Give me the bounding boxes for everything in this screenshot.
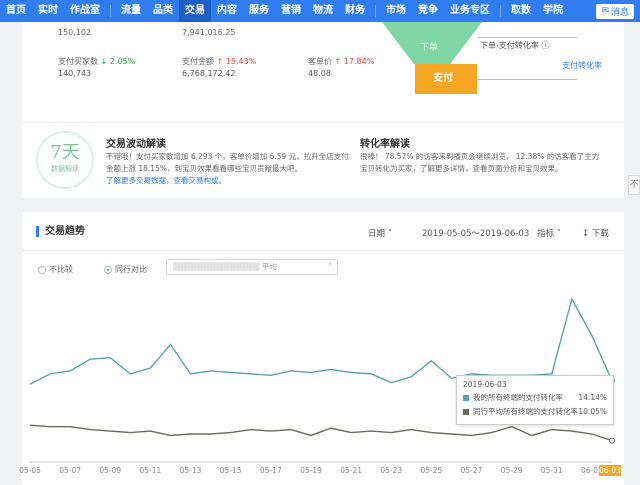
series-endpoint-1 — [609, 437, 615, 444]
order-pay-rate-label: 下单-支付转化率 ⓘ — [480, 41, 550, 50]
radio-peer-compare[interactable]: 同行对比 — [104, 264, 147, 275]
top-nav: 首页 实时 作战室 流量 品类 交易 内容 服务 营销 物流 财务 市场 竞争 业务专区 取数 学院 ✉ 消息 — [0, 0, 640, 22]
metric-dropdown[interactable]: 指标 ˅ — [537, 227, 561, 239]
visitor-count-value: 150,102 — [58, 28, 92, 37]
nav-separator — [110, 5, 111, 17]
x-tick-label: 05-13 — [180, 466, 202, 475]
trade-composition-link[interactable]: 了解更多交易数据，查看交易构成。 — [106, 175, 356, 187]
nav-item-10[interactable]: 财务 — [339, 0, 371, 22]
nav-item-12[interactable]: 竞争 — [412, 0, 444, 22]
nav-item-4[interactable]: 品类 — [147, 0, 179, 22]
nav-item-13[interactable]: 业务专区 — [444, 0, 496, 22]
conversion-insight-text: 很棒！ 78.57% 的访客来到播页会继续浏览， 12.38% 的访客看了主力 … — [360, 152, 600, 173]
trade-insight-text: 不错哦！支付买家数增加 6,293 个，客单价增加 6.59 元，拉升全店支付 … — [106, 151, 356, 187]
trade-insight-title: 交易波动解读 — [106, 139, 166, 150]
amount-metric: 支付金额 ↑ 15.43% 6,768,172.42 — [182, 57, 257, 78]
tooltip-row-peer: 同行平均所有终端的支付转化率 10.05% — [463, 406, 607, 417]
message-button[interactable]: ✉ 消息 — [596, 3, 634, 19]
summary-panel: 150,102 7,941,016.25 支付买家数 ↓ 2.05% 140,7… — [22, 22, 624, 122]
up-arrow-icon: ↑ — [334, 57, 342, 66]
chevron-down-icon: ˅ — [387, 229, 392, 239]
x-tick-label: 05-31 — [541, 466, 563, 475]
unit-price-metric: 客单价 ↑ 17.84% 48.08 — [308, 57, 375, 78]
down-arrow-icon: ↓ — [100, 57, 108, 66]
bell-icon: ✉ — [601, 6, 609, 16]
nav-item-3[interactable]: 流量 — [115, 0, 147, 22]
x-tick-label: 05-11 — [140, 466, 162, 475]
x-tick-label: 05-09 — [99, 466, 121, 475]
funnel-connector — [477, 79, 577, 80]
pay-rate-label: 支付转化率 — [562, 61, 602, 70]
nav-item-5[interactable]: 交易 — [179, 0, 211, 22]
nav-item-1[interactable]: 实时 — [32, 0, 64, 22]
peer-select[interactable]: ▓▓▓▓▓▓▓▓▓▓▓▓▓▓▓ 平均 ˅ — [166, 259, 338, 275]
date-range: 2019-05-05～2019-06-03 — [422, 229, 530, 239]
x-tick-label: 05-23 — [380, 466, 402, 475]
blurred-text: ▓▓▓▓▓▓▓▓▓▓▓▓▓▓▓ — [173, 262, 260, 271]
nav-separator — [500, 5, 501, 17]
date-dropdown[interactable]: 日期 ˅ — [368, 227, 392, 239]
chart-tooltip: 2019-06-03 我的所有终端的支付转化率 14.14% 同行平均所有终端的支… — [456, 375, 614, 425]
seven-day-badge: 7天 数据解读 — [36, 131, 94, 189]
funnel-connector — [477, 37, 577, 38]
chevron-down-icon: ˅ — [556, 229, 561, 239]
x-tick-label: 05-27 — [461, 466, 483, 475]
nav-item-7[interactable]: 服务 — [243, 0, 275, 22]
buyers-metric: 支付买家数 ↓ 2.05% 140,743 — [58, 57, 136, 78]
x-tick-label: 06-03 — [599, 466, 621, 475]
funnel-order-label: 下单 — [420, 43, 439, 53]
nav-item-6[interactable]: 内容 — [211, 0, 243, 22]
x-tick-label: 05-21 — [340, 466, 362, 475]
nav-item-2[interactable]: 作战室 — [64, 0, 106, 22]
trend-title: 交易趋势 — [36, 226, 85, 237]
x-tick-label: 05-25 — [420, 466, 442, 475]
series-line-0 — [29, 297, 613, 385]
radio-selected-icon — [104, 265, 112, 274]
x-tick-label: 05-17 — [260, 466, 282, 475]
nav-item-15[interactable]: 学院 — [537, 0, 569, 22]
download-button[interactable]: ↧ 下载 — [582, 227, 609, 239]
x-tick-label: 05-19 — [300, 466, 322, 475]
nav-separator — [375, 5, 376, 17]
radio-no-compare[interactable]: 不比较 — [38, 264, 73, 275]
question-icon: ⓘ — [541, 41, 550, 50]
download-icon: ↧ — [582, 229, 590, 239]
nav-item-14[interactable]: 取数 — [505, 0, 537, 22]
x-tick-label: 05-29 — [501, 466, 523, 475]
series-line-1 — [29, 424, 613, 442]
x-tick-label: 05-05 — [19, 466, 41, 475]
conversion-insight-title: 转化率解读 — [360, 139, 410, 150]
funnel-pay-stage[interactable]: 支付 — [415, 64, 477, 94]
chevron-down-icon: ˅ — [328, 262, 332, 271]
x-tick-label: 05-07 — [59, 466, 81, 475]
x-tick-label: 05-15 — [220, 466, 242, 475]
insights-panel: 7天 数据解读 交易波动解读 不错哦！支付买家数增加 6,293 个，客单价增加… — [22, 122, 624, 198]
tooltip-row-mine: 我的所有终端的支付转化率 14.14% — [463, 392, 607, 403]
nav-item-11[interactable]: 市场 — [380, 0, 412, 22]
tooltip-date: 2019-06-03 — [463, 380, 507, 389]
nav-item-0[interactable]: 首页 — [0, 0, 32, 22]
divider — [22, 250, 624, 251]
nav-item-8[interactable]: 营销 — [275, 0, 307, 22]
order-amount-value: 7,941,016.25 — [182, 28, 236, 37]
nav-item-9[interactable]: 物流 — [307, 0, 339, 22]
up-arrow-icon: ↑ — [216, 57, 224, 66]
radio-icon — [38, 265, 46, 274]
side-feedback-tab[interactable]: 不 — [628, 175, 640, 195]
trend-panel: 交易趋势 日期 ˅ 2019-05-05～2019-06-03 指标 ˅ ↧ 下… — [19, 212, 624, 485]
